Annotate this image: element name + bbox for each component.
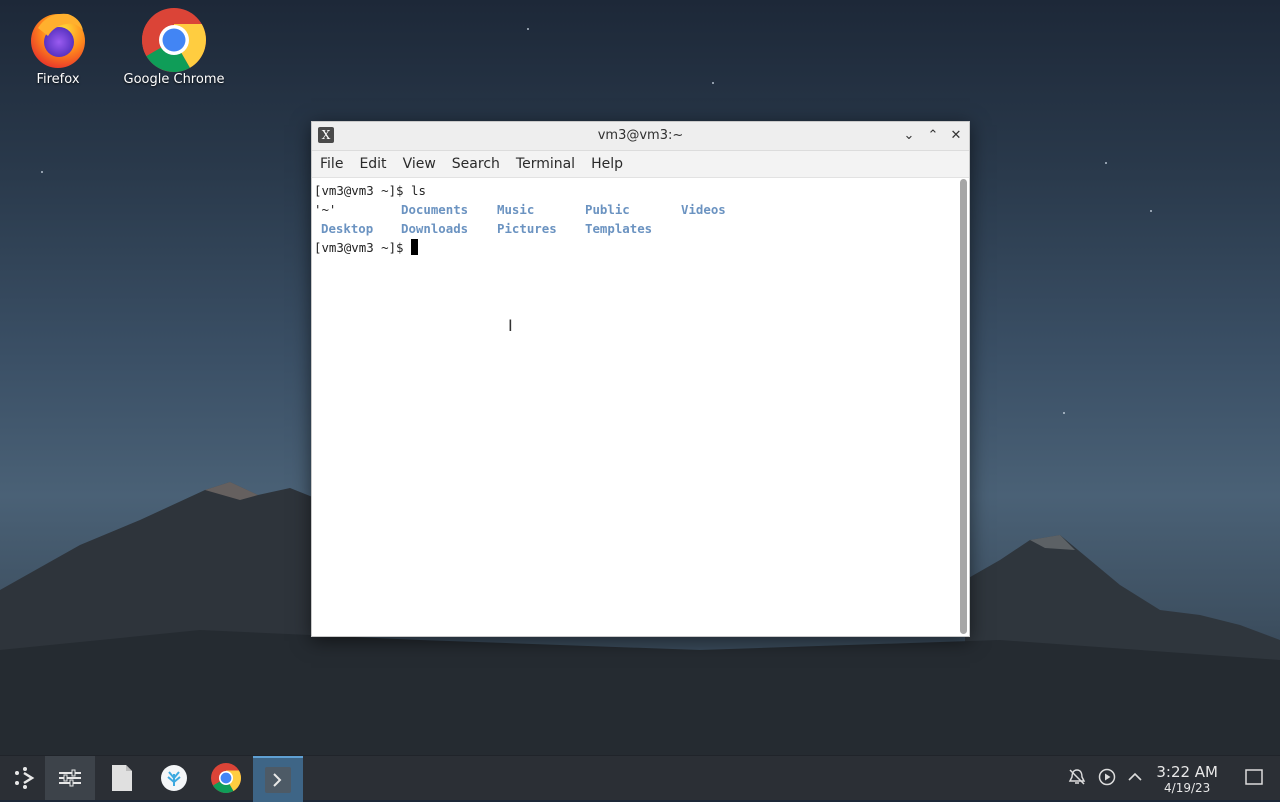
menu-search[interactable]: Search: [452, 156, 500, 172]
taskbar: 3:22 AM 4/19/23: [0, 755, 1280, 802]
menu-terminal[interactable]: Terminal: [516, 156, 575, 172]
ls-entry: Public: [585, 202, 630, 217]
chrome-icon: [142, 8, 206, 72]
desktop-icon-firefox[interactable]: Firefox: [3, 8, 113, 87]
taskbar-discover-button[interactable]: [149, 756, 199, 800]
taskbar-terminal-button[interactable]: [253, 756, 303, 802]
clock-time: 3:22 AM: [1156, 763, 1218, 781]
terminal-icon: [265, 767, 291, 793]
ls-entry: Desktop: [321, 221, 374, 236]
discover-icon: [161, 765, 187, 791]
clock-date: 4/19/23: [1164, 781, 1211, 795]
ls-entry: Documents: [401, 202, 469, 217]
chrome-icon: [211, 763, 241, 793]
taskbar-chrome-button[interactable]: [201, 756, 251, 800]
maximize-icon[interactable]: ⌃: [923, 126, 943, 146]
ls-entry: Videos: [681, 202, 726, 217]
terminal-window[interactable]: X vm3@vm3:~ ⌄ ⌃ ✕ File Edit View Search …: [311, 121, 970, 637]
menu-view[interactable]: View: [403, 156, 436, 172]
window-titlebar[interactable]: X vm3@vm3:~ ⌄ ⌃ ✕: [312, 122, 969, 151]
chevron-up-icon[interactable]: [1127, 768, 1143, 790]
ls-entry: Pictures: [497, 221, 557, 236]
taskbar-clock[interactable]: 3:22 AM 4/19/23: [1156, 763, 1218, 795]
window-title: vm3@vm3:~: [597, 128, 684, 143]
application-launcher-button[interactable]: [0, 756, 50, 800]
desktop-icon-chrome[interactable]: Google Chrome: [119, 8, 229, 87]
taskbar-settings-button[interactable]: [45, 756, 95, 800]
launcher-icon: [15, 767, 35, 789]
ls-entry: '~': [314, 202, 337, 217]
ls-entry: Downloads: [401, 221, 469, 236]
sliders-icon: [59, 769, 81, 787]
desktop-icon-label: Firefox: [36, 72, 80, 87]
ls-entry: Music: [497, 202, 535, 217]
show-desktop-icon[interactable]: [1244, 768, 1264, 790]
close-icon[interactable]: ✕: [946, 126, 966, 146]
file-icon: [112, 765, 132, 791]
prompt: [vm3@vm3 ~]$: [314, 240, 411, 255]
terminal-scrollbar[interactable]: [960, 179, 967, 634]
menu-edit[interactable]: Edit: [359, 156, 386, 172]
command: ls: [410, 183, 426, 198]
prompt: [vm3@vm3 ~]$: [314, 183, 411, 198]
minimize-icon[interactable]: ⌄: [899, 126, 919, 146]
menu-bar: File Edit View Search Terminal Help: [312, 151, 969, 178]
firefox-icon: [28, 8, 88, 68]
menu-help[interactable]: Help: [591, 156, 623, 172]
text-cursor: [410, 239, 418, 255]
menu-file[interactable]: File: [320, 156, 343, 172]
notifications-icon[interactable]: [1068, 768, 1086, 790]
desktop-icon-label: Google Chrome: [123, 72, 225, 87]
ls-entry: Templates: [585, 221, 653, 236]
media-player-icon[interactable]: [1098, 768, 1116, 790]
terminal-output[interactable]: [vm3@vm3 ~]$ ls '~' Documents Music Public V…: [312, 177, 957, 636]
taskbar-files-button[interactable]: [97, 756, 147, 800]
ibeam-cursor-icon: I: [508, 316, 513, 335]
